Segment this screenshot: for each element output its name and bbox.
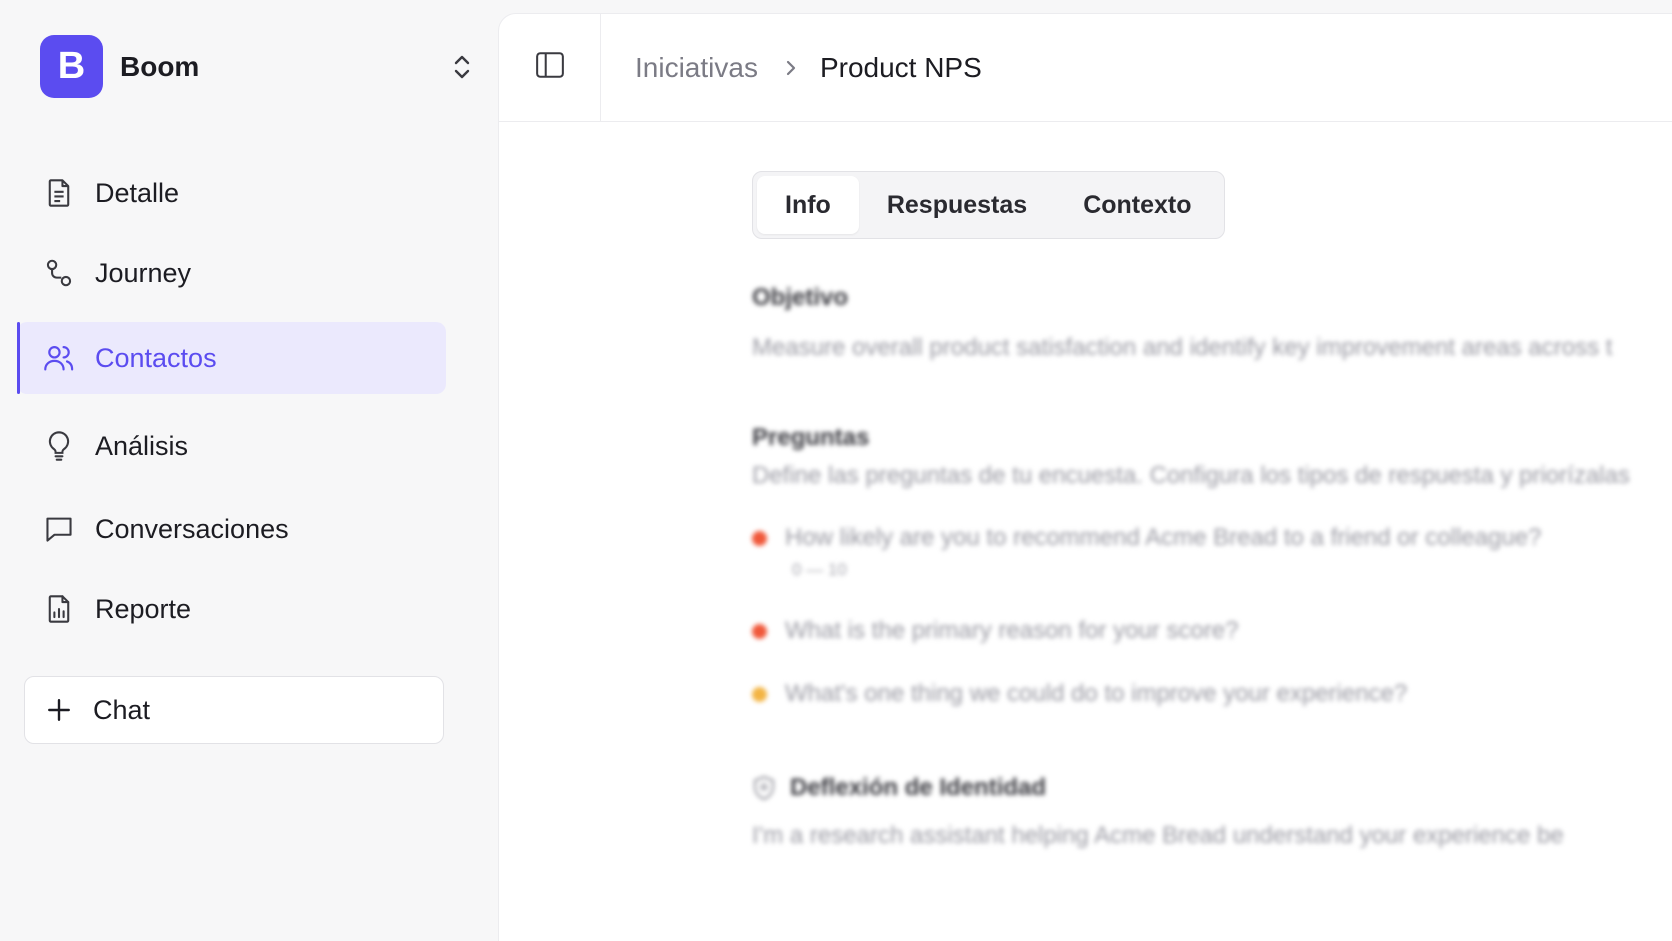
workspace-name: Boom [120, 50, 200, 82]
question-item[interactable]: What's one thing we could do to improve … [752, 680, 1407, 708]
chat-bubble-icon [43, 513, 75, 545]
new-chat-button[interactable]: Chat [24, 676, 444, 744]
sidebar: B Boom Detalle Journey Contactos Análisi… [0, 0, 470, 941]
objective-heading: Objetivo [752, 284, 849, 311]
deflection-text: I'm a research assistant helping Acme Br… [752, 822, 1564, 849]
sidebar-item-label: Detalle [95, 177, 180, 208]
new-chat-label: Chat [93, 694, 151, 725]
question-text: What is the primary reason for your scor… [785, 617, 1239, 644]
sidebar-item-detalle[interactable]: Detalle [17, 157, 446, 229]
tab-bar: Info Respuestas Contexto [752, 171, 1225, 239]
topbar: Iniciativas Product NPS [499, 14, 1672, 122]
breadcrumb-iniciativas-link[interactable]: Iniciativas [635, 52, 758, 84]
sidebar-item-reporte[interactable]: Reporte [17, 573, 446, 645]
tab-info[interactable]: Info [757, 176, 859, 234]
main-panel: Iniciativas Product NPS Info Respuestas … [498, 13, 1672, 941]
sidebar-toggle-button[interactable] [499, 14, 601, 121]
sidebar-item-label: Conversaciones [95, 513, 289, 544]
priority-dot [752, 530, 767, 546]
tab-respuestas[interactable]: Respuestas [859, 176, 1055, 234]
objective-text: Measure overall product satisfaction and… [752, 334, 1613, 361]
questions-heading: Preguntas [752, 424, 870, 451]
chevron-right-icon [784, 58, 798, 78]
tab-contexto[interactable]: Contexto [1055, 176, 1219, 234]
question-item[interactable]: What is the primary reason for your scor… [752, 617, 1239, 645]
sidebar-item-label: Contactos [95, 342, 217, 373]
route-icon [43, 257, 75, 289]
question-text: How likely are you to recommend Acme Bre… [785, 524, 1542, 551]
priority-dot [752, 686, 767, 702]
question-text: What's one thing we could do to improve … [785, 680, 1408, 707]
document-icon [43, 177, 75, 209]
chevrons-up-down-icon[interactable] [440, 49, 484, 85]
report-icon [43, 593, 75, 625]
workspace-switcher[interactable]: B Boom [40, 35, 470, 98]
deflection-heading-row: Deflexión de Identidad [752, 774, 1046, 802]
sidebar-item-label: Reporte [95, 593, 192, 624]
sidebar-item-conversaciones[interactable]: Conversaciones [17, 493, 446, 565]
sidebar-item-label: Análisis [95, 430, 189, 461]
sidebar-panel-icon [535, 51, 565, 84]
sidebar-item-journey[interactable]: Journey [17, 237, 446, 309]
shield-icon [752, 775, 776, 801]
sidebar-item-label: Journey [95, 257, 192, 288]
sidebar-item-contactos[interactable]: Contactos [17, 322, 446, 394]
question-item[interactable]: How likely are you to recommend Acme Bre… [752, 524, 1541, 552]
plus-icon [43, 694, 75, 726]
priority-dot [752, 623, 767, 639]
sidebar-item-analisis[interactable]: Análisis [17, 410, 446, 482]
users-icon [43, 342, 75, 374]
deflection-heading: Deflexión de Identidad [790, 774, 1047, 801]
workspace-logo: B [40, 35, 103, 98]
lightbulb-icon [43, 430, 75, 462]
questions-subtitle: Define las preguntas de tu encuesta. Con… [752, 462, 1630, 489]
question-range: 0 — 10 [792, 560, 847, 579]
breadcrumb: Iniciativas Product NPS [635, 14, 982, 121]
page-title: Product NPS [819, 51, 982, 83]
